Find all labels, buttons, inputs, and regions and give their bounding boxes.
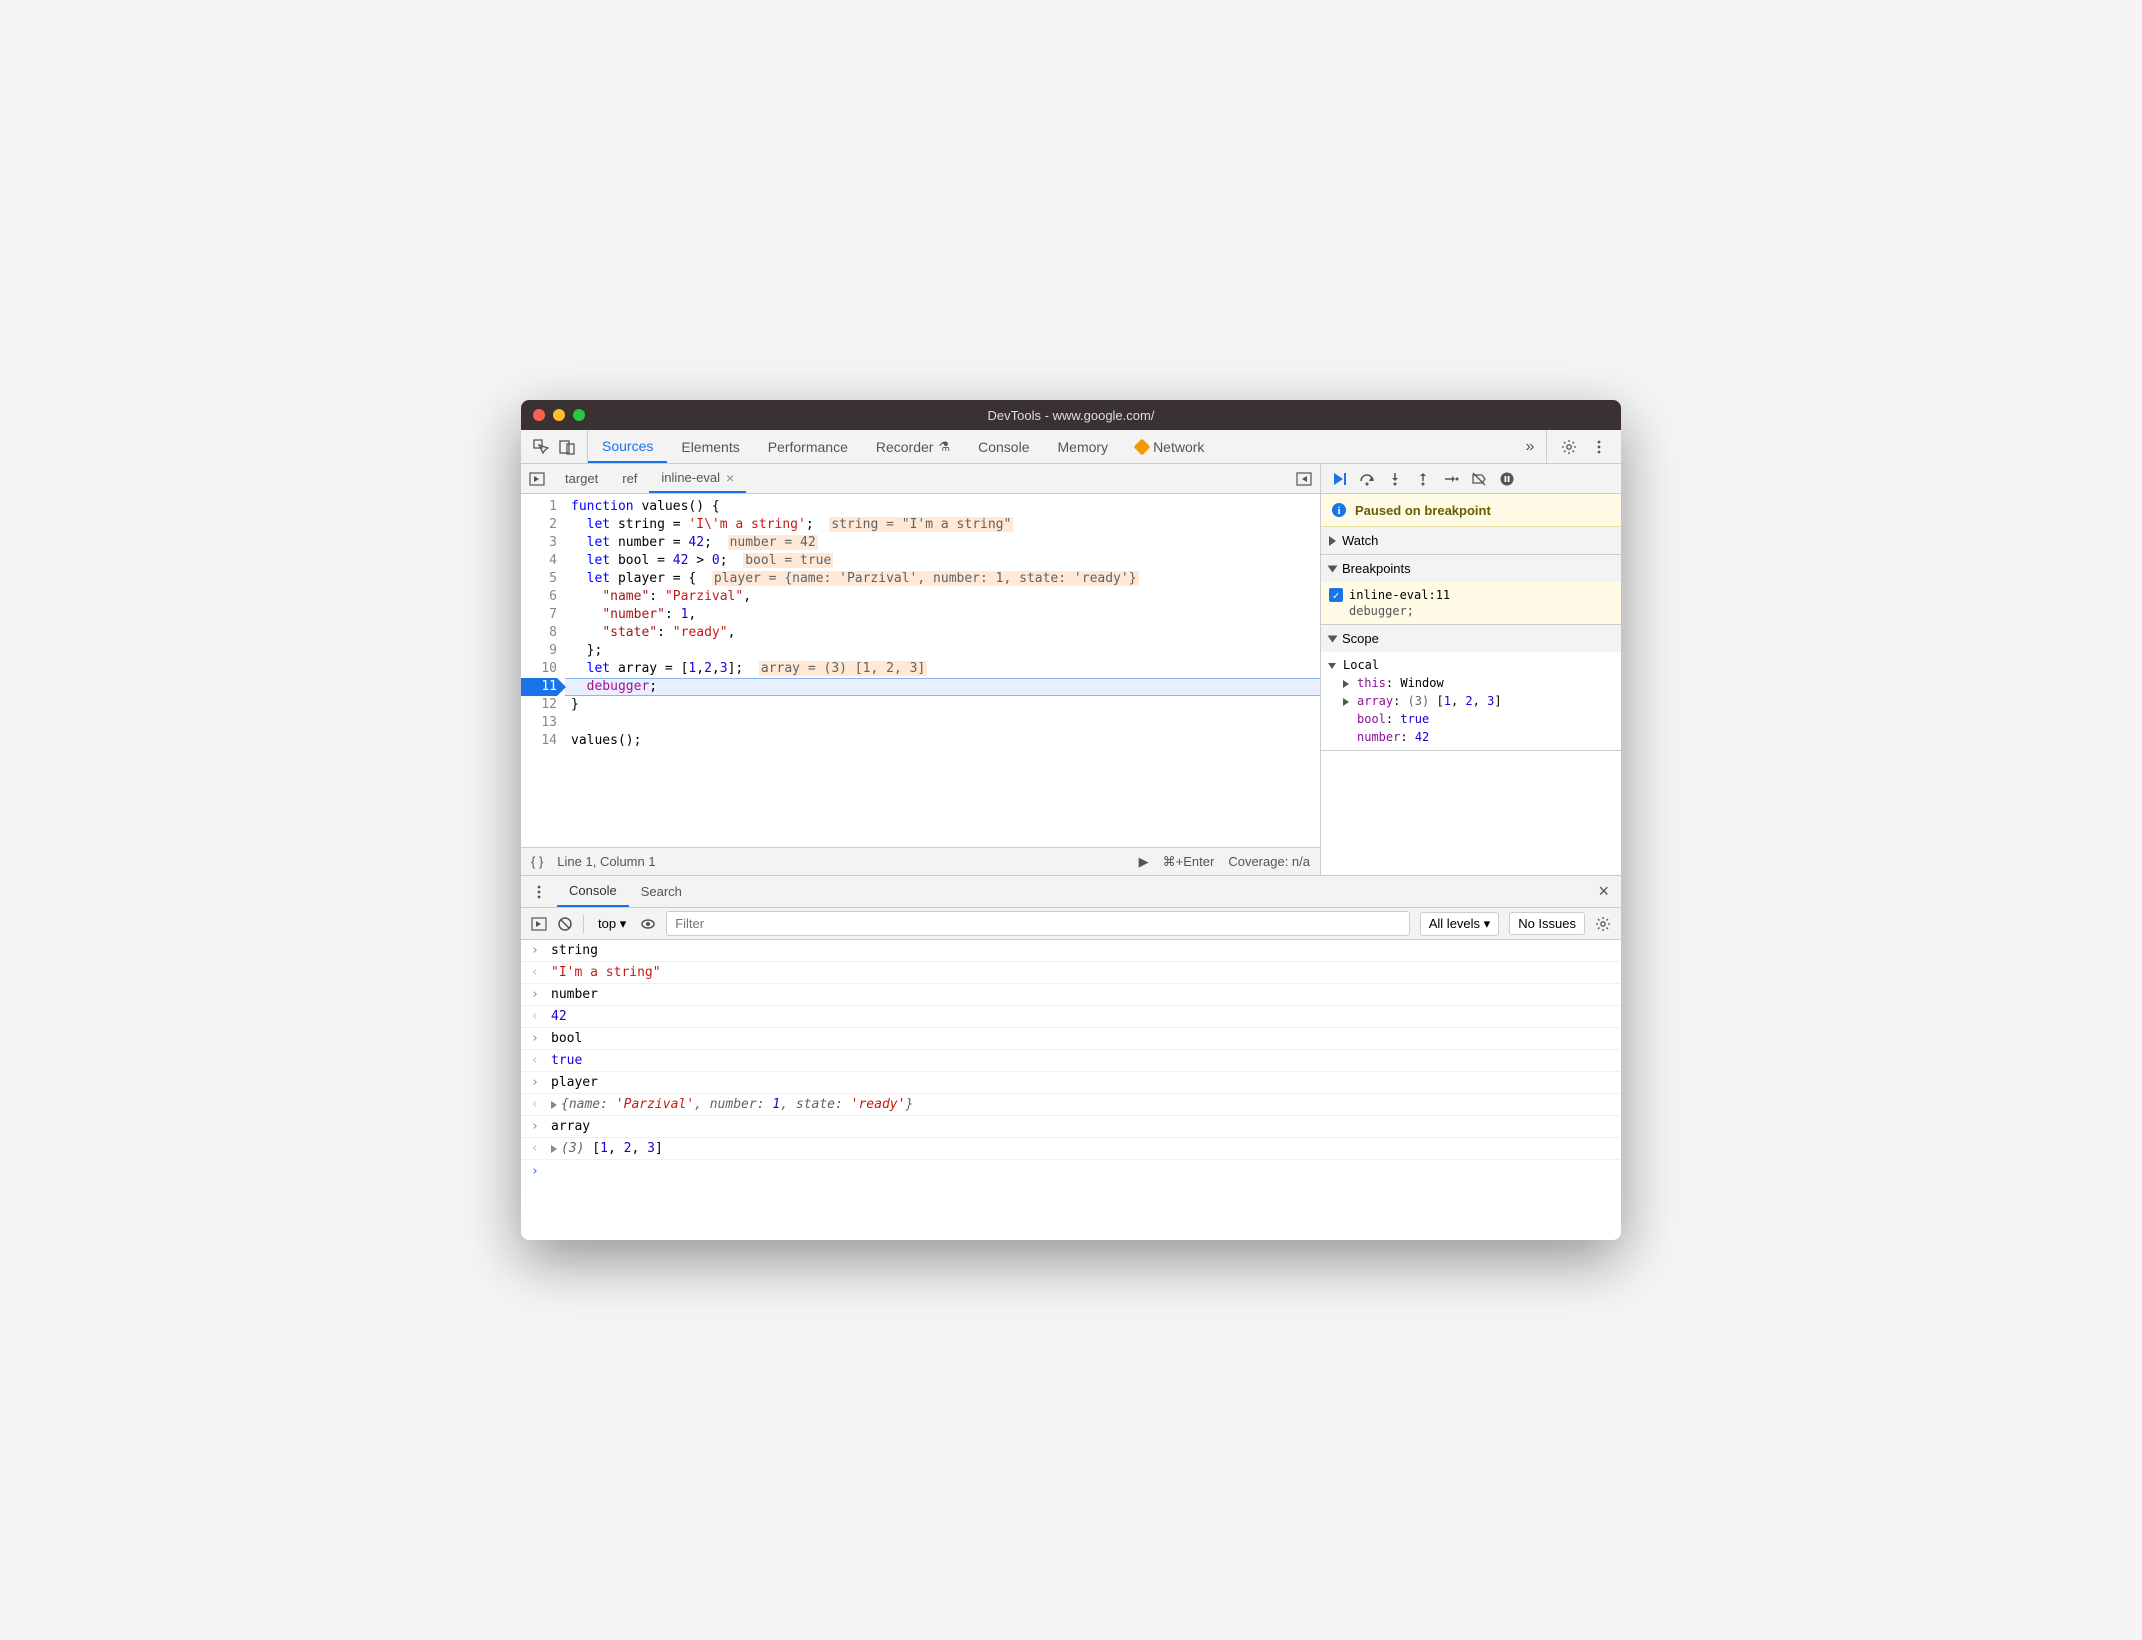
scope-body: Local this: Windowarray: (3) [1, 2, 3]bo…	[1321, 652, 1621, 750]
input-arrow-icon: ›	[531, 1075, 543, 1090]
resume-icon[interactable]	[1331, 471, 1347, 487]
console-line: ‹42	[521, 1006, 1621, 1028]
scope-var-array[interactable]: array: (3) [1, 2, 3]	[1343, 692, 1613, 710]
info-icon: i	[1331, 502, 1347, 518]
main-tab-recorder[interactable]: Recorder ⚗	[862, 430, 964, 463]
collapse-icon	[1328, 635, 1338, 642]
debugger-toolbar	[1321, 464, 1621, 494]
file-tabstrip: targetrefinline-eval×	[521, 464, 1320, 494]
scope-var-number[interactable]: number: 42	[1343, 728, 1613, 746]
main-tabstrip: SourcesElementsPerformanceRecorder ⚗Cons…	[521, 430, 1621, 464]
issues-button[interactable]: No Issues	[1509, 912, 1585, 935]
console-line: ›bool	[521, 1028, 1621, 1050]
console-sidebar-icon[interactable]	[531, 916, 547, 932]
main-tab-sources[interactable]: Sources	[588, 430, 667, 463]
pause-exceptions-icon[interactable]	[1499, 471, 1515, 487]
warning-icon	[1134, 438, 1151, 455]
deactivate-breakpoints-icon[interactable]	[1471, 471, 1487, 487]
scope-section-header[interactable]: Scope	[1321, 625, 1621, 652]
toggle-sidebar-icon[interactable]	[1296, 471, 1312, 487]
input-arrow-icon: ›	[531, 1119, 543, 1134]
step-over-icon[interactable]	[1359, 471, 1375, 487]
file-tab-inline-eval[interactable]: inline-eval×	[649, 464, 746, 493]
collapse-icon	[1328, 565, 1338, 572]
editor-status-bar: { } Line 1, Column 1 ▶ ⌘+Enter Coverage:…	[521, 847, 1320, 875]
input-arrow-icon: ›	[531, 987, 543, 1002]
breakpoint-item[interactable]: ✓ inline-eval:11 debugger;	[1321, 582, 1621, 624]
inspect-icon[interactable]	[533, 439, 549, 455]
window-title: DevTools - www.google.com/	[521, 408, 1621, 423]
step-into-icon[interactable]	[1387, 471, 1403, 487]
svg-text:i: i	[1337, 505, 1340, 517]
output-arrow-icon: ‹	[531, 1097, 543, 1112]
main-tab-performance[interactable]: Performance	[754, 430, 862, 463]
step-out-icon[interactable]	[1415, 471, 1431, 487]
code-editor[interactable]: 1234567891011121314 function values() { …	[521, 494, 1320, 847]
console-line: ‹"I'm a string"	[521, 962, 1621, 984]
context-selector[interactable]: top ▾	[594, 914, 630, 934]
device-toolbar-icon[interactable]	[559, 439, 575, 455]
output-arrow-icon: ‹	[531, 1141, 543, 1156]
console-toolbar: top ▾ All levels ▾ No Issues	[521, 908, 1621, 940]
console-settings-icon[interactable]	[1595, 916, 1611, 932]
expand-icon	[1329, 536, 1336, 546]
main-tab-network[interactable]: Network	[1122, 430, 1218, 463]
scope-local-header[interactable]: Local	[1329, 656, 1613, 674]
clear-console-icon[interactable]	[557, 916, 573, 932]
devtools-window: DevTools - www.google.com/ SourcesElemen…	[521, 400, 1621, 1240]
drawer-menu-icon[interactable]	[531, 884, 547, 900]
settings-icon[interactable]	[1561, 439, 1577, 455]
drawer-tab-console[interactable]: Console	[557, 876, 629, 907]
paused-banner: i Paused on breakpoint	[1321, 494, 1621, 527]
kebab-menu-icon[interactable]	[1591, 439, 1607, 455]
main-tab-elements[interactable]: Elements	[667, 430, 753, 463]
sources-pane: targetrefinline-eval× 123456789101112131…	[521, 464, 1321, 875]
main-tab-console[interactable]: Console	[964, 430, 1043, 463]
step-icon[interactable]	[1443, 471, 1459, 487]
breakpoints-section-header[interactable]: Breakpoints	[1321, 555, 1621, 582]
drawer-tabstrip: ConsoleSearch ×	[521, 876, 1621, 908]
console-line: ›array	[521, 1116, 1621, 1138]
console-prompt[interactable]: ›	[521, 1160, 1621, 1183]
console-line: ‹{name: 'Parzival', number: 1, state: 'r…	[521, 1094, 1621, 1116]
cursor-position: Line 1, Column 1	[557, 854, 655, 869]
console-line: ›string	[521, 940, 1621, 962]
pretty-print-icon[interactable]: { }	[531, 854, 543, 869]
prompt-arrow-icon: ›	[531, 1164, 543, 1179]
console-line: ›number	[521, 984, 1621, 1006]
titlebar: DevTools - www.google.com/	[521, 400, 1621, 430]
output-arrow-icon: ‹	[531, 1009, 543, 1024]
coverage-status: Coverage: n/a	[1228, 854, 1310, 869]
run-shortcut: ⌘+Enter	[1163, 854, 1215, 870]
filter-input[interactable]	[666, 911, 1410, 936]
console-line: ›player	[521, 1072, 1621, 1094]
file-tab-ref[interactable]: ref	[610, 464, 649, 493]
debugger-pane: i Paused on breakpoint Watch Breakpoints…	[1321, 464, 1621, 875]
input-arrow-icon: ›	[531, 1031, 543, 1046]
paused-text: Paused on breakpoint	[1355, 503, 1491, 518]
output-arrow-icon: ‹	[531, 1053, 543, 1068]
drawer-tab-search[interactable]: Search	[629, 876, 694, 907]
file-tab-target[interactable]: target	[553, 464, 610, 493]
console-output[interactable]: ›string‹"I'm a string"›number‹42›bool‹tr…	[521, 940, 1621, 1240]
more-tabs-icon[interactable]: »	[1522, 439, 1538, 455]
scope-var-this[interactable]: this: Window	[1343, 674, 1613, 692]
run-snippet-icon[interactable]: ▶	[1139, 854, 1149, 870]
beaker-icon: ⚗	[938, 439, 950, 455]
output-arrow-icon: ‹	[531, 965, 543, 980]
show-navigator-icon[interactable]	[529, 471, 545, 487]
console-drawer: ConsoleSearch × top ▾ All levels ▾ No Is…	[521, 875, 1621, 1240]
watch-section-header[interactable]: Watch	[1321, 527, 1621, 554]
log-levels-selector[interactable]: All levels ▾	[1420, 912, 1499, 936]
console-line: ‹true	[521, 1050, 1621, 1072]
close-tab-icon[interactable]: ×	[726, 470, 734, 486]
breakpoint-checkbox[interactable]: ✓	[1329, 588, 1343, 602]
live-expression-icon[interactable]	[640, 916, 656, 932]
console-line: ‹(3) [1, 2, 3]	[521, 1138, 1621, 1160]
scope-var-bool[interactable]: bool: true	[1343, 710, 1613, 728]
close-drawer-icon[interactable]: ×	[1586, 876, 1621, 907]
main-tab-memory[interactable]: Memory	[1044, 430, 1123, 463]
input-arrow-icon: ›	[531, 943, 543, 958]
